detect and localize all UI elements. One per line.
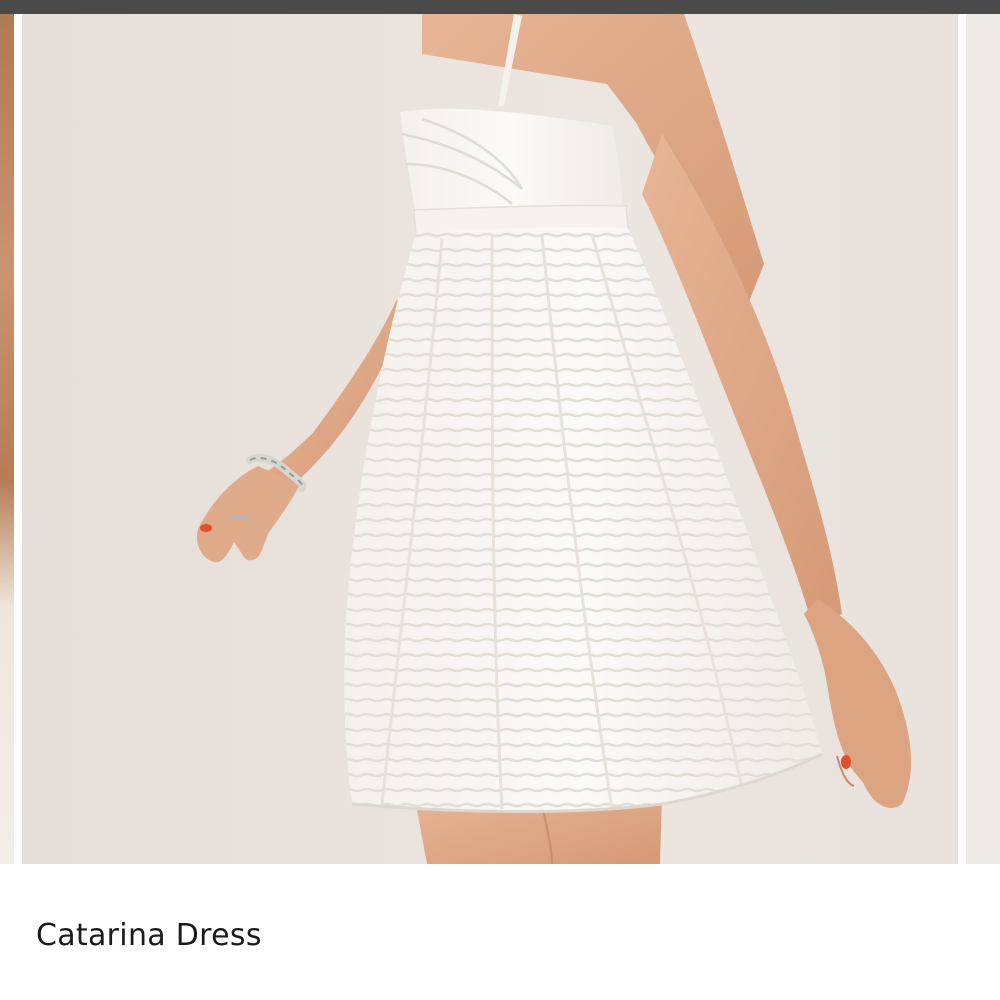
product-image[interactable] [22,14,958,864]
top-bar [0,0,1000,14]
dress-photo [22,14,958,864]
product-title: Catarina Dress [36,918,262,953]
next-image-peek[interactable] [966,14,1000,864]
image-carousel[interactable] [0,14,1000,864]
previous-image-peek[interactable] [0,14,14,864]
